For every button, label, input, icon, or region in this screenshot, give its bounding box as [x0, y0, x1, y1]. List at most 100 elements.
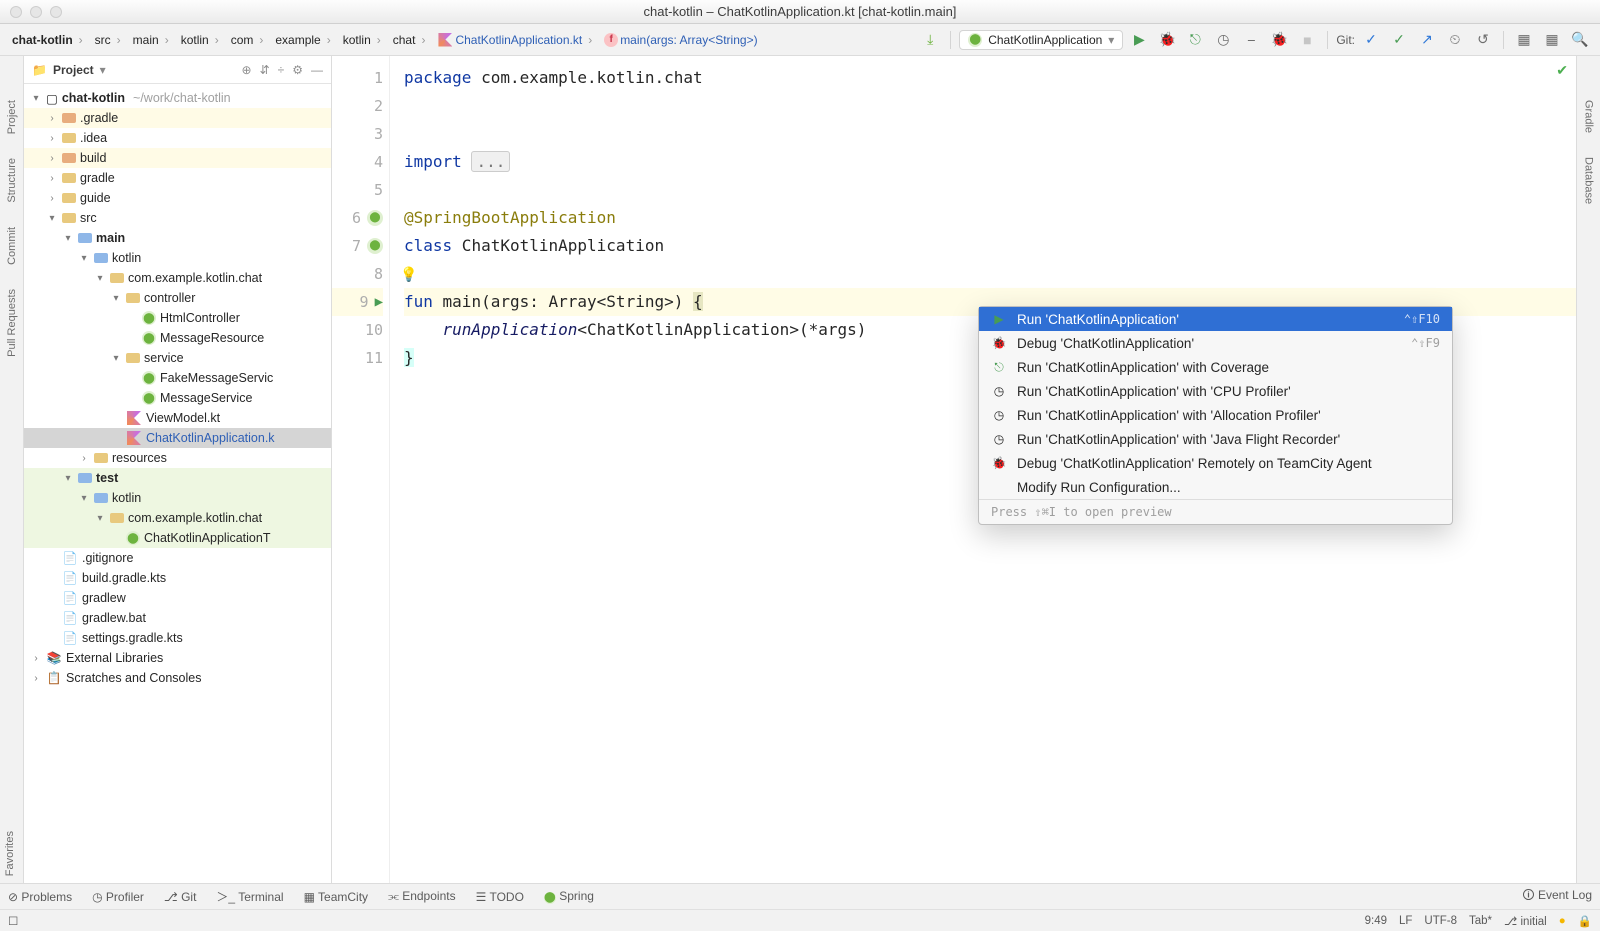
tree-package[interactable]: ▾com.example.kotlin.chat: [24, 268, 331, 288]
maximize-icon[interactable]: [50, 6, 62, 18]
tool-profiler[interactable]: ◷ Profiler: [92, 890, 144, 904]
rail-structure[interactable]: Structure: [2, 154, 22, 207]
tree-file[interactable]: 📄settings.gradle.kts: [24, 628, 331, 648]
menu-teamcity-debug[interactable]: 🐞 Debug 'ChatKotlinApplication' Remotely…: [979, 451, 1452, 475]
status-caret-pos[interactable]: 9:49: [1365, 915, 1387, 927]
attach-icon[interactable]: ⎯: [1239, 28, 1263, 52]
git-push-icon[interactable]: ↗: [1415, 28, 1439, 52]
status-encoding[interactable]: UTF-8: [1424, 915, 1457, 927]
tree-folder[interactable]: ▾kotlin: [24, 488, 331, 508]
tree-folder[interactable]: ▾test: [24, 468, 331, 488]
run-icon[interactable]: ▶: [1127, 28, 1151, 52]
spring-gutter-icon[interactable]: ⬤: [367, 210, 383, 226]
tool-spring[interactable]: ⬤ Spring: [544, 889, 594, 904]
search-icon[interactable]: 🔍: [1568, 28, 1592, 52]
rail-pull-requests[interactable]: Pull Requests: [2, 285, 22, 361]
menu-run[interactable]: ▶ Run 'ChatKotlinApplication' ⌃⇧F10: [979, 307, 1452, 331]
tree-folder[interactable]: ›.idea: [24, 128, 331, 148]
crumb-project[interactable]: chat-kotlin: [8, 31, 89, 49]
tool-endpoints[interactable]: ⫘ Endpoints: [388, 889, 456, 904]
crumb-file[interactable]: ChatKotlinApplication.kt: [433, 30, 598, 50]
tool-git[interactable]: ⎇ Git: [164, 890, 197, 904]
status-menu-icon[interactable]: ☐: [8, 914, 18, 928]
git-rollback-icon[interactable]: ↺: [1471, 28, 1495, 52]
rail-favorites[interactable]: Favorites: [0, 827, 20, 880]
tree-scratches[interactable]: ›📋Scratches and Consoles: [24, 668, 331, 688]
learn-icon[interactable]: ▦: [1540, 28, 1564, 52]
run-config-select[interactable]: ⬤ ChatKotlinApplication ▾: [959, 30, 1123, 50]
menu-cpu-profiler[interactable]: ◷ Run 'ChatKotlinApplication' with 'CPU …: [979, 379, 1452, 403]
collapse-icon[interactable]: ÷: [278, 63, 285, 77]
git-commit-icon[interactable]: ✓: [1387, 28, 1411, 52]
tree-file[interactable]: 📄.gitignore: [24, 548, 331, 568]
crumb-folder[interactable]: chat: [389, 31, 432, 49]
rail-database[interactable]: Database: [1579, 153, 1599, 208]
project-tree[interactable]: ▾▢ chat-kotlin ~/work/chat-kotlin ›.grad…: [24, 84, 331, 883]
project-title[interactable]: Project: [53, 63, 94, 77]
menu-modify-config[interactable]: Modify Run Configuration...: [979, 475, 1452, 499]
tool-todo[interactable]: ☰ TODO: [476, 890, 524, 904]
tree-file[interactable]: ViewModel.kt: [24, 408, 331, 428]
tree-root[interactable]: ▾▢ chat-kotlin ~/work/chat-kotlin: [24, 88, 331, 108]
crumb-folder[interactable]: src: [91, 31, 127, 49]
debug-icon[interactable]: 🐞: [1155, 28, 1179, 52]
menu-jfr[interactable]: ◷ Run 'ChatKotlinApplication' with 'Java…: [979, 427, 1452, 451]
menu-coverage[interactable]: ⎋ Run 'ChatKotlinApplication' with Cover…: [979, 355, 1452, 379]
tree-file[interactable]: ⬤MessageService: [24, 388, 331, 408]
intention-bulb-icon[interactable]: 💡: [400, 267, 417, 283]
ide-actions-icon[interactable]: ▦: [1512, 28, 1536, 52]
build-icon[interactable]: ⤓: [918, 28, 942, 52]
tree-package[interactable]: ▾com.example.kotlin.chat: [24, 508, 331, 528]
tree-folder[interactable]: ▾kotlin: [24, 248, 331, 268]
tree-folder[interactable]: ▾main: [24, 228, 331, 248]
menu-alloc-profiler[interactable]: ◷ Run 'ChatKotlinApplication' with 'Allo…: [979, 403, 1452, 427]
minimize-icon[interactable]: [30, 6, 42, 18]
status-line-sep[interactable]: LF: [1399, 915, 1412, 927]
tree-ext-libs[interactable]: ›📚External Libraries: [24, 648, 331, 668]
fold-indicator[interactable]: ...: [471, 151, 510, 172]
locate-icon[interactable]: ⊕: [242, 63, 252, 77]
window-controls[interactable]: [10, 6, 62, 18]
tree-folder[interactable]: ▾src: [24, 208, 331, 228]
tree-file[interactable]: 📄gradlew.bat: [24, 608, 331, 628]
chevron-down-icon[interactable]: ▾: [100, 63, 106, 77]
close-icon[interactable]: [10, 6, 22, 18]
tree-file[interactable]: ⬤ChatKotlinApplicationT: [24, 528, 331, 548]
crumb-folder[interactable]: example: [271, 31, 336, 49]
tree-folder[interactable]: ›gradle: [24, 168, 331, 188]
hide-icon[interactable]: —: [311, 63, 323, 77]
crumb-folder[interactable]: main: [129, 31, 175, 49]
tree-file[interactable]: ⬤MessageResource: [24, 328, 331, 348]
run-gutter-icon[interactable]: ▶: [375, 288, 383, 316]
rail-gradle[interactable]: Gradle: [1579, 96, 1599, 137]
stop-icon[interactable]: ■: [1295, 28, 1319, 52]
crumb-folder[interactable]: com: [227, 31, 270, 49]
tree-file[interactable]: 📄build.gradle.kts: [24, 568, 331, 588]
tree-file[interactable]: 📄gradlew: [24, 588, 331, 608]
tree-file[interactable]: ⬤HtmlController: [24, 308, 331, 328]
tree-file-selected[interactable]: ChatKotlinApplication.k: [24, 428, 331, 448]
tree-file[interactable]: ⬤FakeMessageServic: [24, 368, 331, 388]
crumb-folder[interactable]: kotlin: [177, 31, 225, 49]
status-lock-icon[interactable]: 🔒: [1578, 914, 1592, 928]
status-branch[interactable]: ⎇ initial: [1504, 914, 1547, 928]
status-indent[interactable]: Tab*: [1469, 915, 1492, 927]
tree-package[interactable]: ▾service: [24, 348, 331, 368]
coverage-icon[interactable]: ⎋: [1183, 28, 1207, 52]
spring-gutter-icon[interactable]: ⬤: [367, 238, 383, 254]
tree-folder[interactable]: ›.gradle: [24, 108, 331, 128]
git-update-icon[interactable]: ✓: [1359, 28, 1383, 52]
profiler-icon[interactable]: ◷: [1211, 28, 1235, 52]
editor-gutter[interactable]: 1 2 3 4 5 6⬤ 7⬤ 8 9▶ 10 11: [332, 56, 390, 883]
tree-folder[interactable]: ›resources: [24, 448, 331, 468]
tree-folder[interactable]: ›guide: [24, 188, 331, 208]
crumb-function[interactable]: f main(args: Array<String>): [600, 31, 761, 49]
tool-problems[interactable]: ⊘ Problems: [8, 890, 72, 904]
status-servers-icon[interactable]: ●: [1559, 915, 1566, 927]
expand-icon[interactable]: ⇵: [260, 63, 270, 77]
gear-icon[interactable]: ⚙: [292, 63, 303, 77]
run-context-menu[interactable]: ▶ Run 'ChatKotlinApplication' ⌃⇧F10 🐞 De…: [978, 306, 1453, 525]
git-history-icon[interactable]: ⏲: [1443, 28, 1467, 52]
rail-commit[interactable]: Commit: [2, 223, 22, 269]
tree-package[interactable]: ▾controller: [24, 288, 331, 308]
